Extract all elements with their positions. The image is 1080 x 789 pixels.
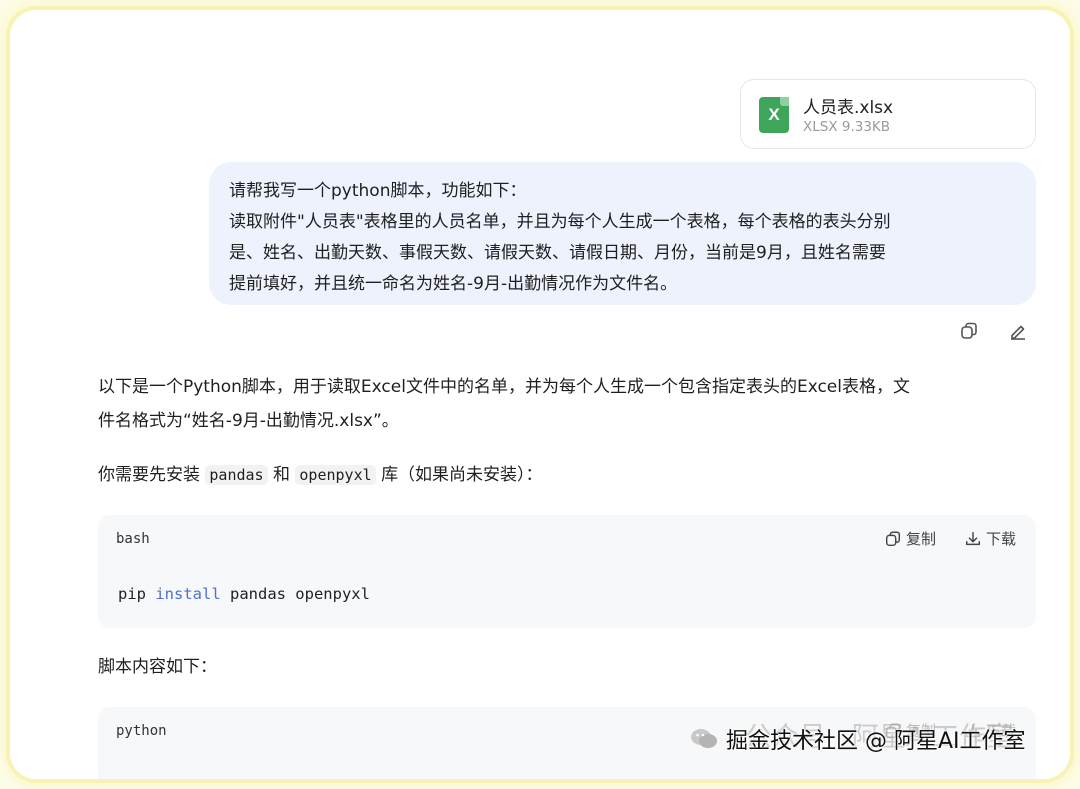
user-message-bubble: 请帮我写一个python脚本，功能如下： 读取附件"人员表"表格里的人员名单，并…	[209, 162, 1036, 305]
user-message-line: 提前填好，并且统一命名为姓名-9月-出勤情况作为文件名。	[229, 274, 678, 294]
inline-code-pandas: pandas	[205, 465, 268, 485]
install-suffix-text: 库（如果尚未安装）：	[381, 465, 543, 485]
download-code-label: 下载	[985, 530, 1016, 548]
chat-window: X 人员表.xlsx XLSX 9.33KB 请帮我写一个python脚本，功能…	[10, 10, 1070, 779]
copy-icon	[961, 322, 977, 339]
edit-message-button[interactable]	[1007, 320, 1029, 342]
user-message-actions	[958, 320, 1029, 342]
copy-icon	[885, 531, 900, 546]
script-intro-text: 脚本内容如下：	[98, 657, 217, 677]
assistant-intro-line: 以下是一个Python脚本，用于读取Excel文件中的名单，并为每个人生成一个包…	[98, 377, 910, 397]
assistant-intro-line: 件名格式为“姓名-9月-出勤情况.xlsx”。	[98, 411, 399, 431]
install-prefix-text: 你需要先安装	[98, 465, 200, 485]
code-token: pip	[118, 585, 156, 603]
watermark-text: 掘金技术社区 @ 阿星AI工作室	[726, 729, 1026, 754]
copy-code-label: 复制	[905, 530, 936, 548]
copy-code-button[interactable]: 复制	[884, 528, 936, 549]
inline-code-openpyxl: openpyxl	[295, 465, 376, 485]
install-instruction: 你需要先安装 pandas 和 openpyxl 库（如果尚未安装）：	[98, 459, 543, 492]
attachment-card[interactable]: X 人员表.xlsx XLSX 9.33KB	[740, 79, 1036, 149]
install-and-text: 和	[273, 465, 290, 485]
code-language-label: python	[116, 723, 167, 739]
code-token: pandas openpyxl	[220, 585, 370, 603]
pencil-icon	[1011, 325, 1025, 340]
code-keyword: install	[155, 585, 221, 603]
user-message-line: 是、姓名、出勤天数、事假天数、请假天数、请假日期、月份，当前是9月，且姓名需要	[229, 243, 886, 263]
attachment-file-name: 人员表.xlsx	[803, 98, 894, 118]
user-message-line: 读取附件"人员表"表格里的人员名单，并且为每个人生成一个表格，每个表格的表头分别	[229, 212, 891, 232]
download-code-button[interactable]: 下载	[964, 528, 1016, 549]
watermark: 掘金技术社区 @ 阿星AI工作室	[690, 723, 1026, 755]
code-line: pip install pandas openpyxl	[118, 585, 370, 603]
wechat-icon	[691, 729, 717, 748]
download-icon	[965, 531, 981, 545]
code-block-bash: bash 复制 下载 pip install pandas openpyxl	[98, 515, 1036, 628]
excel-file-icon: X	[759, 97, 789, 133]
user-message-line: 请帮我写一个python脚本，功能如下：	[229, 181, 527, 201]
copy-message-button[interactable]	[958, 320, 980, 342]
attachment-file-meta: XLSX 9.33KB	[803, 119, 891, 135]
code-language-label: bash	[116, 531, 150, 547]
code-block-actions: 复制 下载	[884, 528, 1016, 549]
